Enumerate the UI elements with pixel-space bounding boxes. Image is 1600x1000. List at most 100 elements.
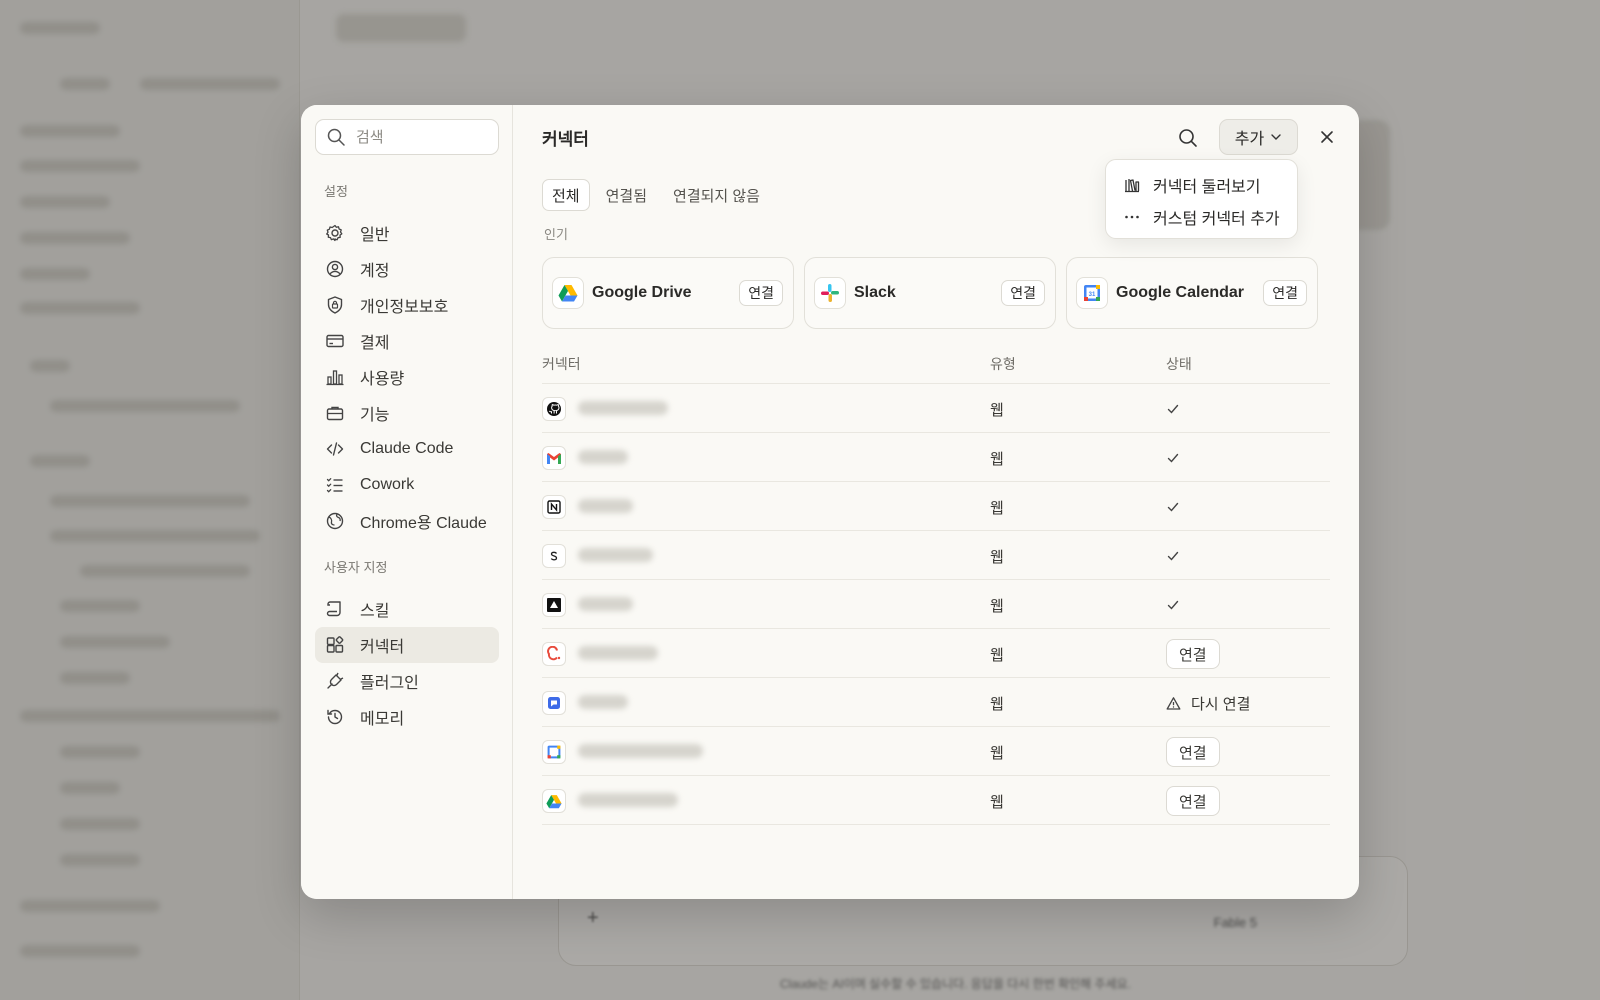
close-button[interactable] [1313,123,1341,151]
settings-modal: 설정 일반 계정 개인정보보호 결제 사용량 기능 Claude Code [301,105,1359,899]
menu-item-add-custom-connector[interactable]: 커스텀 커넥터 추가 [1106,201,1297,233]
add-button-label: 추가 [1234,131,1265,148]
connector-name-redacted [578,548,653,562]
sidebar-item-label: 사용량 [360,371,405,388]
sidebar-item-features[interactable]: 기능 [315,395,499,431]
status-cell: 연결 [1166,786,1220,816]
connector-type: 웹 [990,647,1004,664]
connector-search-button[interactable] [1175,125,1201,151]
connector-type: 웹 [990,598,1004,615]
sidebar-item-chrome[interactable]: Chrome용 Claude [315,503,499,539]
sidebar-item-label: 메모리 [360,711,405,728]
table-row[interactable]: 웹 [542,432,1330,481]
sidebar-item-label: 계정 [360,263,390,280]
connector-name-redacted [578,744,703,758]
popular-card-google-calendar[interactable]: 31 Google Calendar 연결 [1066,257,1318,329]
connector-name-redacted [578,597,633,611]
connector-icon [326,636,344,653]
slack-icon [814,277,846,309]
warning-icon [1166,696,1181,710]
table-row[interactable]: 웹 연결 [542,628,1330,677]
add-connector-menu: 커넥터 둘러보기 커스텀 커넥터 추가 [1105,159,1298,239]
table-row[interactable]: 웹 다시 연결 [542,677,1330,726]
table-row[interactable]: 웹 [542,383,1330,432]
reconnect-link[interactable]: 다시 연결 [1191,693,1250,714]
settings-search-input[interactable] [356,128,486,146]
checklist-icon [326,478,343,493]
connect-button[interactable]: 연결 [739,280,783,306]
gmail-icon [542,446,566,470]
sidebar-item-cowork[interactable]: Cowork [315,467,499,503]
connector-type: 웹 [990,794,1004,811]
sidebar-item-usage[interactable]: 사용량 [315,359,499,395]
connector-name-redacted [578,450,628,464]
gear-icon [326,224,343,242]
connect-button[interactable]: 연결 [1166,737,1220,767]
column-header-status: 상태 [1166,356,1192,372]
more-dots-icon [1125,215,1139,219]
tab-connected[interactable]: 연결됨 [596,179,657,211]
close-icon [1321,131,1333,143]
connector-type: 웹 [990,451,1004,468]
c-logo-icon [542,642,566,666]
popular-card-google-drive[interactable]: Google Drive 연결 [542,257,794,329]
sidebar-item-label: 기능 [360,407,390,424]
table-row[interactable]: 웹 [542,481,1330,530]
check-icon [1167,551,1179,561]
tab-not-connected[interactable]: 연결되지 않음 [663,179,770,211]
connector-name: Slack [854,284,896,301]
connector-type: 웹 [990,402,1004,419]
connect-button[interactable]: 연결 [1166,639,1220,669]
status-connected [1166,542,1180,570]
connector-name-redacted [578,401,668,415]
add-connector-button[interactable]: 추가 [1219,119,1298,155]
plug-icon [327,672,344,689]
connector-type: 웹 [990,696,1004,713]
sidebar-item-skills[interactable]: 스킬 [315,591,499,627]
shield-lock-icon [327,296,343,314]
github-icon [542,397,566,421]
connector-name-redacted [578,793,678,807]
settings-search[interactable] [315,119,499,155]
connect-button[interactable]: 연결 [1001,280,1045,306]
sidebar-item-label: Chrome용 Claude [360,515,487,532]
chat-bubble-icon [542,691,566,715]
status-connected [1166,591,1180,619]
menu-item-browse-connectors[interactable]: 커넥터 둘러보기 [1106,169,1297,201]
connectors-panel: 커넥터 추가 커넥터 둘러보기 커스텀 커넥터 추가 전체 연결됨 연결되지 않… [513,105,1359,899]
sidebar-item-general[interactable]: 일반 [315,215,499,251]
bar-chart-icon [326,370,344,386]
popular-card-slack[interactable]: Slack 연결 [804,257,1056,329]
table-row[interactable]: 웹 연결 [542,726,1330,775]
table-row[interactable]: 웹 [542,530,1330,579]
sidebar-item-plugins[interactable]: 플러그인 [315,663,499,699]
sidebar-item-memory[interactable]: 메모리 [315,699,499,735]
status-cell: 연결 [1166,639,1220,669]
tab-all[interactable]: 전체 [542,179,590,211]
notion-icon [542,495,566,519]
sidebar-item-connectors[interactable]: 커넥터 [315,627,499,663]
section-label-custom: 사용자 지정 [324,560,388,575]
sidebar-item-account[interactable]: 계정 [315,251,499,287]
s-letter-icon [542,544,566,568]
connector-type: 웹 [990,745,1004,762]
connect-button[interactable]: 연결 [1166,786,1220,816]
table-row[interactable]: 웹 [542,579,1330,628]
sidebar-item-label: Claude Code [360,440,454,457]
sidebar-item-billing[interactable]: 결제 [315,323,499,359]
sidebar-item-label: 개인정보보호 [360,299,449,316]
google-drive-icon [542,789,566,813]
table-row[interactable]: 웹 연결 [542,775,1330,824]
column-header-type: 유형 [990,356,1016,372]
menu-item-label: 커스텀 커넥터 추가 [1153,211,1280,228]
check-icon [1167,502,1179,512]
globe-icon [326,512,344,530]
search-icon [1179,129,1197,147]
connect-button[interactable]: 연결 [1263,280,1307,306]
connector-type: 웹 [990,549,1004,566]
status-reconnect[interactable]: 다시 연결 [1166,689,1250,717]
table-row-divider [542,824,1330,873]
sidebar-item-privacy[interactable]: 개인정보보호 [315,287,499,323]
sidebar-item-claude-code[interactable]: Claude Code [315,431,499,467]
column-header-connector: 커넥터 [542,356,581,372]
